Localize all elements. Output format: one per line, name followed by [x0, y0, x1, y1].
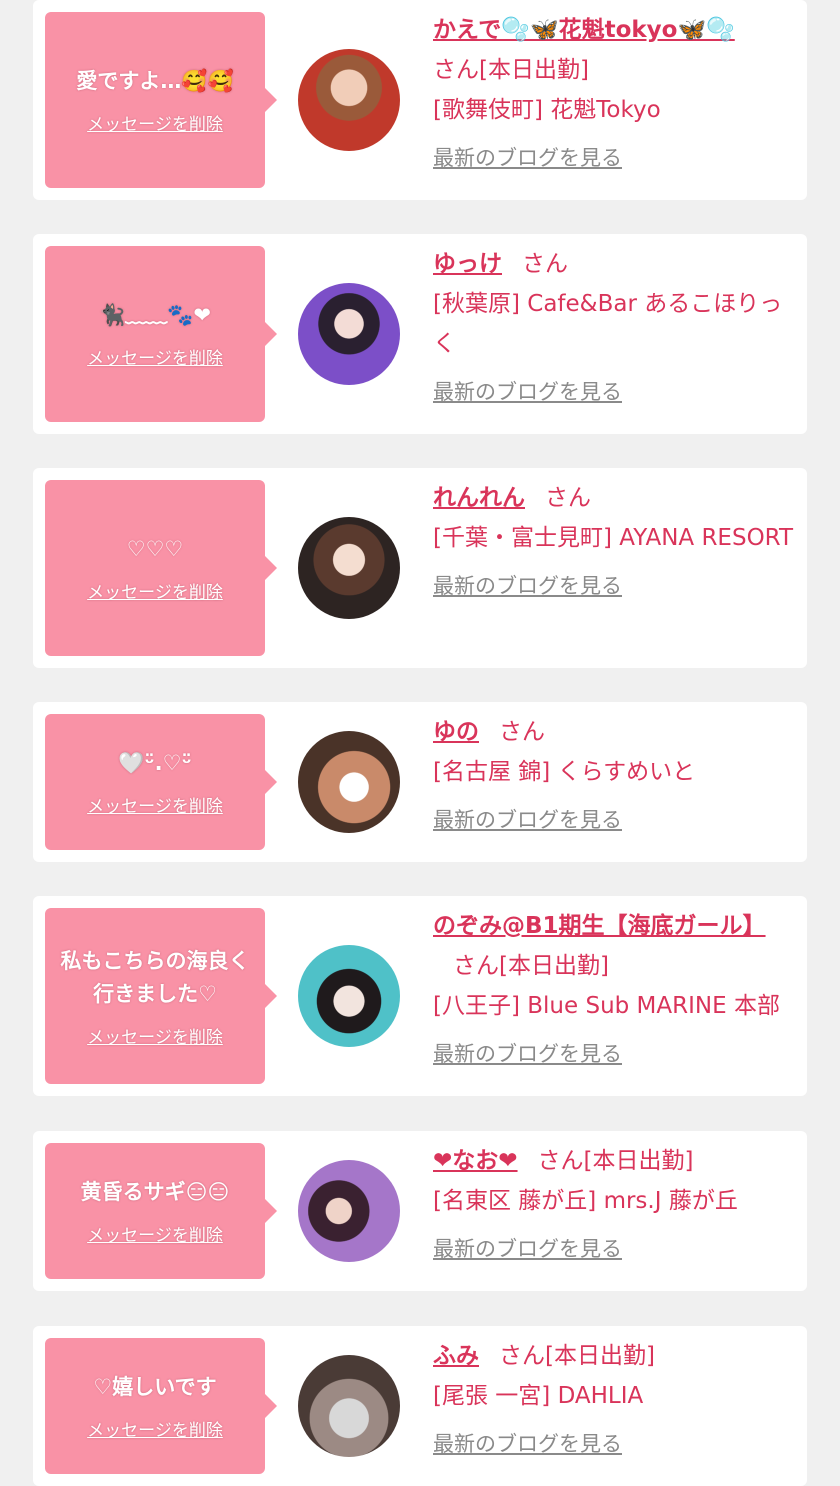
message-text: 🤍ᵕ̈.♡ᵕ̈	[118, 751, 192, 775]
cast-name-link[interactable]: れんれん	[433, 485, 525, 511]
delete-message-link[interactable]: メッセージを削除	[87, 792, 223, 817]
delete-message-link[interactable]: メッセージを削除	[87, 344, 223, 369]
avatar[interactable]	[298, 1160, 400, 1262]
cast-status: さん[本日出勤]	[537, 1148, 694, 1174]
latest-blog-link[interactable]: 最新のブログを見る	[433, 570, 622, 600]
latest-blog-link[interactable]: 最新のブログを見る	[433, 376, 622, 406]
shop-info: [尾張 一宮] DAHLIA	[433, 1383, 644, 1409]
avatar[interactable]	[298, 283, 400, 385]
cast-status: さん	[545, 485, 591, 511]
message-text: ♡♡♡	[126, 537, 184, 561]
message-bubble: ♡♡♡ メッセージを削除	[45, 480, 277, 656]
delete-message-link[interactable]: メッセージを削除	[87, 1416, 223, 1441]
latest-blog-link[interactable]: 最新のブログを見る	[433, 1233, 622, 1263]
latest-blog-link[interactable]: 最新のブログを見る	[433, 804, 622, 834]
cast-status: さん[本日出勤]	[433, 57, 589, 83]
shop-info: [名東区 藤が丘] mrs.J 藤が丘	[433, 1188, 738, 1214]
delete-message-link[interactable]: メッセージを削除	[87, 110, 223, 135]
message-text: 愛ですよ…🥰🥰	[76, 69, 234, 93]
avatar[interactable]	[298, 1355, 400, 1457]
cast-name-link[interactable]: かえで🫧🦋花魁tokyo🦋🫧	[433, 17, 735, 43]
message-card: 私もこちらの海良く行きました♡ メッセージを削除 のぞみ@B1期生【海底ガール】…	[33, 896, 807, 1096]
message-card: 愛ですよ…🥰🥰 メッセージを削除 かえで🫧🦋花魁tokyo🦋🫧 さん[本日出勤]…	[33, 0, 807, 200]
message-bubble: 🐈‍⬛﹏﹏🐾❤ メッセージを削除	[45, 246, 277, 422]
shop-info: [名古屋 錦] くらすめいと	[433, 759, 696, 785]
cast-name-link[interactable]: ゆっけ	[433, 251, 502, 277]
message-card: 黄昏るサギ😑😑 メッセージを削除 ❤なお❤ さん[本日出勤] [名東区 藤が丘] …	[33, 1131, 807, 1291]
shop-info: [秋葉原] Cafe&Bar あるこほりっく	[433, 291, 783, 357]
avatar[interactable]	[298, 517, 400, 619]
message-text: 黄昏るサギ😑😑	[80, 1180, 230, 1204]
delete-message-link[interactable]: メッセージを削除	[87, 1221, 223, 1246]
avatar[interactable]	[298, 731, 400, 833]
message-bubble: 私もこちらの海良く行きました♡ メッセージを削除	[45, 908, 277, 1084]
message-card: 🤍ᵕ̈.♡ᵕ̈ メッセージを削除 ゆの さん [名古屋 錦] くらすめいと 最新の…	[33, 702, 807, 862]
latest-blog-link[interactable]: 最新のブログを見る	[433, 1428, 622, 1458]
avatar[interactable]	[298, 49, 400, 151]
avatar[interactable]	[298, 945, 400, 1047]
message-card: ♡嬉しいです メッセージを削除 ふみ さん[本日出勤] [尾張 一宮] DAHLI…	[33, 1326, 807, 1486]
cast-name-link[interactable]: のぞみ@B1期生【海底ガール】	[433, 913, 766, 939]
shop-info: [八王子] Blue Sub MARINE 本部	[433, 993, 780, 1019]
message-bubble: ♡嬉しいです メッセージを削除	[45, 1338, 277, 1474]
cast-status: さん	[522, 251, 568, 277]
cast-name-link[interactable]: ゆの	[433, 719, 479, 745]
message-text: 🐈‍⬛﹏﹏🐾❤	[99, 303, 211, 327]
cast-status: さん[本日出勤]	[453, 953, 609, 979]
message-text: ♡嬉しいです	[93, 1375, 217, 1399]
message-card: ♡♡♡ メッセージを削除 れんれん さん [千葉・富士見町] AYANA RESO…	[33, 468, 807, 668]
latest-blog-link[interactable]: 最新のブログを見る	[433, 142, 622, 172]
shop-info: [歌舞伎町] 花魁Tokyo	[433, 97, 661, 123]
cast-status: さん	[499, 719, 545, 745]
message-bubble: 🤍ᵕ̈.♡ᵕ̈ メッセージを削除	[45, 714, 277, 850]
cast-status: さん[本日出勤]	[499, 1343, 655, 1369]
delete-message-link[interactable]: メッセージを削除	[87, 578, 223, 603]
cast-name-link[interactable]: ❤なお❤	[433, 1148, 518, 1174]
shop-info: [千葉・富士見町] AYANA RESORT	[433, 525, 794, 551]
delete-message-link[interactable]: メッセージを削除	[87, 1023, 223, 1048]
message-bubble: 愛ですよ…🥰🥰 メッセージを削除	[45, 12, 277, 188]
message-text: 私もこちらの海良く行きました♡	[60, 948, 250, 1006]
message-bubble: 黄昏るサギ😑😑 メッセージを削除	[45, 1143, 277, 1279]
latest-blog-link[interactable]: 最新のブログを見る	[433, 1038, 622, 1068]
cast-name-link[interactable]: ふみ	[433, 1343, 479, 1369]
message-card: 🐈‍⬛﹏﹏🐾❤ メッセージを削除 ゆっけ さん [秋葉原] Cafe&Bar ある…	[33, 234, 807, 434]
